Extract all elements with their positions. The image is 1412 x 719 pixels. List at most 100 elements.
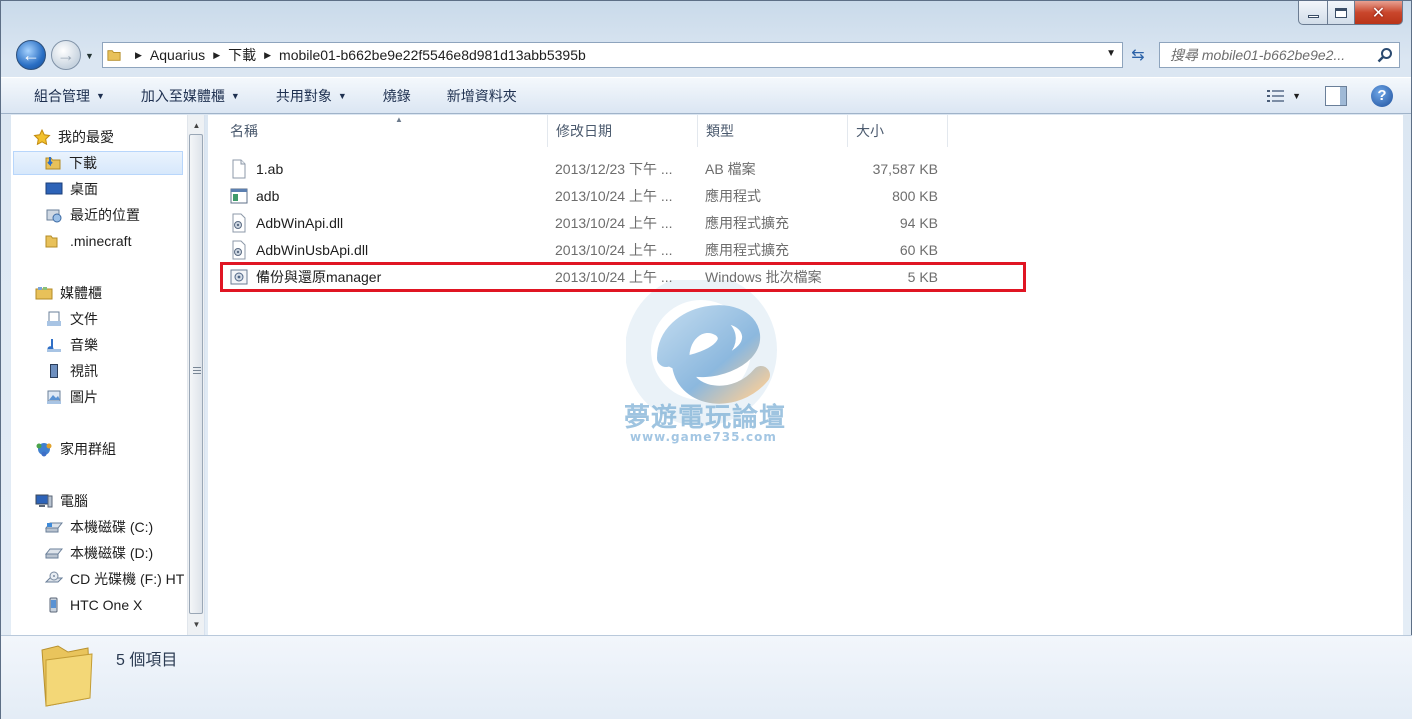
scroll-thumb[interactable] bbox=[189, 134, 203, 614]
file-name-cell[interactable]: AdbWinUsbApi.dll bbox=[230, 236, 368, 263]
breadcrumb-aquarius[interactable]: Aquarius bbox=[150, 47, 205, 63]
scroll-up-icon[interactable]: ▲ bbox=[188, 117, 204, 134]
sidebar-item-label: .minecraft bbox=[70, 233, 132, 249]
folder-icon bbox=[45, 235, 58, 248]
column-header-date[interactable]: 修改日期 bbox=[548, 115, 698, 147]
homegroup-group[interactable]: 家用群組 bbox=[35, 437, 116, 461]
computer-label: 電腦 bbox=[60, 493, 88, 509]
computer-group[interactable]: 電腦 bbox=[35, 489, 88, 513]
blank-file-icon bbox=[232, 159, 246, 178]
star-icon bbox=[33, 129, 51, 145]
breadcrumb-current-folder[interactable]: mobile01-b662be9e22f5546e8d981d13abb5395… bbox=[279, 47, 586, 63]
minimize-button[interactable] bbox=[1298, 1, 1328, 25]
help-icon[interactable]: ? bbox=[1371, 84, 1393, 107]
column-header-size[interactable]: 大小 bbox=[848, 115, 948, 147]
file-date: 2013/12/23 下午 ... bbox=[555, 160, 673, 177]
add-to-library-menu[interactable]: 加入至媒體櫃 ▼ bbox=[123, 78, 258, 113]
search-box[interactable] bbox=[1159, 42, 1400, 68]
homegroup-label: 家用群組 bbox=[60, 441, 116, 457]
chevron-right-icon[interactable]: ▶ bbox=[213, 50, 220, 61]
libraries-icon bbox=[35, 287, 53, 300]
sidebar-item-label: HTC One X bbox=[70, 597, 143, 613]
details-pane: 5 個項目 bbox=[1, 635, 1412, 719]
chevron-right-icon[interactable]: ▶ bbox=[264, 50, 271, 61]
sidebar-item-minecraft[interactable]: .minecraft bbox=[45, 229, 131, 253]
address-bar[interactable]: ▶ Aquarius ▶ 下載 ▶ mobile01-b662be9e22f55… bbox=[102, 42, 1123, 68]
table-row[interactable]: AdbWinApi.dll 2013/10/24 上午 ... 應用程式擴充 9… bbox=[222, 209, 942, 236]
videos-icon bbox=[50, 364, 58, 378]
file-name: adb bbox=[256, 187, 280, 204]
forward-button[interactable]: → bbox=[51, 40, 81, 70]
chevron-down-icon: ▼ bbox=[230, 90, 240, 101]
view-options-icon[interactable] bbox=[1266, 88, 1286, 104]
favorites-label: 我的最愛 bbox=[58, 129, 114, 145]
sidebar-item-pictures[interactable]: 圖片 bbox=[45, 385, 98, 409]
burn-button[interactable]: 燒錄 bbox=[365, 78, 429, 113]
breadcrumb-downloads[interactable]: 下載 bbox=[228, 45, 256, 65]
share-with-menu[interactable]: 共用對象 ▼ bbox=[258, 78, 365, 113]
table-row[interactable]: 1.ab 2013/12/23 下午 ... AB 檔案 37,587 KB bbox=[222, 155, 942, 182]
favorites-group[interactable]: 我的最愛 bbox=[33, 125, 114, 149]
column-size-label: 大小 bbox=[856, 123, 884, 139]
column-header-name[interactable]: 名稱 ▲ bbox=[222, 115, 548, 147]
file-date: 2013/10/24 上午 ... bbox=[555, 187, 673, 204]
file-date: 2013/10/24 上午 ... bbox=[555, 241, 673, 258]
sidebar-item-documents[interactable]: 文件 bbox=[45, 307, 98, 331]
music-icon bbox=[47, 339, 61, 352]
file-name-cell[interactable]: 1.ab bbox=[230, 155, 283, 182]
sidebar-item-downloads[interactable]: 下載 bbox=[13, 151, 183, 175]
grip-icon bbox=[193, 367, 201, 375]
chevron-right-icon[interactable]: ▶ bbox=[135, 50, 142, 61]
file-size: 94 KB bbox=[899, 214, 938, 231]
pictures-icon bbox=[47, 390, 61, 404]
preview-pane-icon[interactable] bbox=[1325, 85, 1347, 106]
search-input[interactable] bbox=[1170, 47, 1370, 63]
file-type: 應用程式 bbox=[705, 187, 761, 204]
close-button[interactable]: ✕ bbox=[1355, 1, 1403, 25]
view-dropdown-icon[interactable]: ▼ bbox=[1292, 91, 1301, 101]
file-name-cell[interactable]: AdbWinApi.dll bbox=[230, 209, 343, 236]
sidebar-item-recent-places[interactable]: 最近的位置 bbox=[45, 203, 140, 227]
documents-icon bbox=[47, 311, 61, 326]
folder-icon bbox=[41, 645, 93, 707]
watermark-url: www.game735.com bbox=[630, 430, 777, 444]
search-icon[interactable] bbox=[1377, 47, 1393, 63]
address-dropdown-icon[interactable]: ▼ bbox=[1106, 48, 1116, 59]
sidebar-scrollbar[interactable]: ▲ ▼ bbox=[187, 115, 204, 635]
table-row[interactable]: AdbWinUsbApi.dll 2013/10/24 上午 ... 應用程式擴… bbox=[222, 236, 942, 263]
new-folder-button[interactable]: 新增資料夾 bbox=[429, 78, 535, 113]
table-row[interactable]: adb 2013/10/24 上午 ... 應用程式 800 KB bbox=[222, 182, 942, 209]
close-icon: ✕ bbox=[1371, 4, 1386, 22]
sidebar-item-drive-c[interactable]: 本機磁碟 (C:) bbox=[45, 515, 153, 539]
recent-places-icon bbox=[46, 209, 62, 223]
file-date: 2013/10/24 上午 ... bbox=[555, 214, 673, 231]
sidebar-item-label: 最近的位置 bbox=[70, 207, 140, 223]
application-icon bbox=[230, 188, 248, 203]
highlight-box bbox=[220, 262, 1026, 292]
sidebar-item-desktop[interactable]: 桌面 bbox=[45, 177, 98, 201]
file-name: 1.ab bbox=[256, 160, 284, 177]
file-type: 應用程式擴充 bbox=[705, 241, 789, 258]
refresh-icon: ⇆ bbox=[1131, 47, 1145, 64]
computer-icon bbox=[35, 494, 53, 508]
recent-pages-dropdown[interactable]: ▼ bbox=[85, 51, 94, 61]
scroll-down-icon[interactable]: ▼ bbox=[188, 616, 204, 633]
organize-menu[interactable]: 組合管理 ▼ bbox=[1, 78, 123, 113]
file-name-cell[interactable]: adb bbox=[230, 182, 279, 209]
back-button[interactable]: ← bbox=[16, 40, 46, 70]
sidebar-item-drive-d[interactable]: 本機磁碟 (D:) bbox=[45, 541, 153, 565]
sidebar-item-htc-one-x[interactable]: HTC One X bbox=[45, 593, 142, 617]
file-name: AdbWinApi.dll bbox=[256, 214, 344, 231]
sort-ascending-icon: ▲ bbox=[395, 115, 403, 124]
sidebar-item-cd-drive[interactable]: CD 光碟機 (F:) HT bbox=[45, 567, 184, 591]
sidebar-item-music[interactable]: 音樂 bbox=[45, 333, 98, 357]
window-controls: ✕ bbox=[1298, 1, 1403, 25]
chevron-down-icon: ▼ bbox=[337, 90, 347, 101]
libraries-group[interactable]: 媒體櫃 bbox=[35, 281, 102, 305]
sidebar-item-videos[interactable]: 視訊 bbox=[45, 359, 98, 383]
refresh-button[interactable]: ⇆ bbox=[1127, 43, 1149, 67]
maximize-button[interactable] bbox=[1328, 1, 1355, 25]
column-header-type[interactable]: 類型 bbox=[698, 115, 848, 147]
maximize-icon bbox=[1335, 7, 1347, 18]
desktop-icon bbox=[45, 182, 63, 195]
